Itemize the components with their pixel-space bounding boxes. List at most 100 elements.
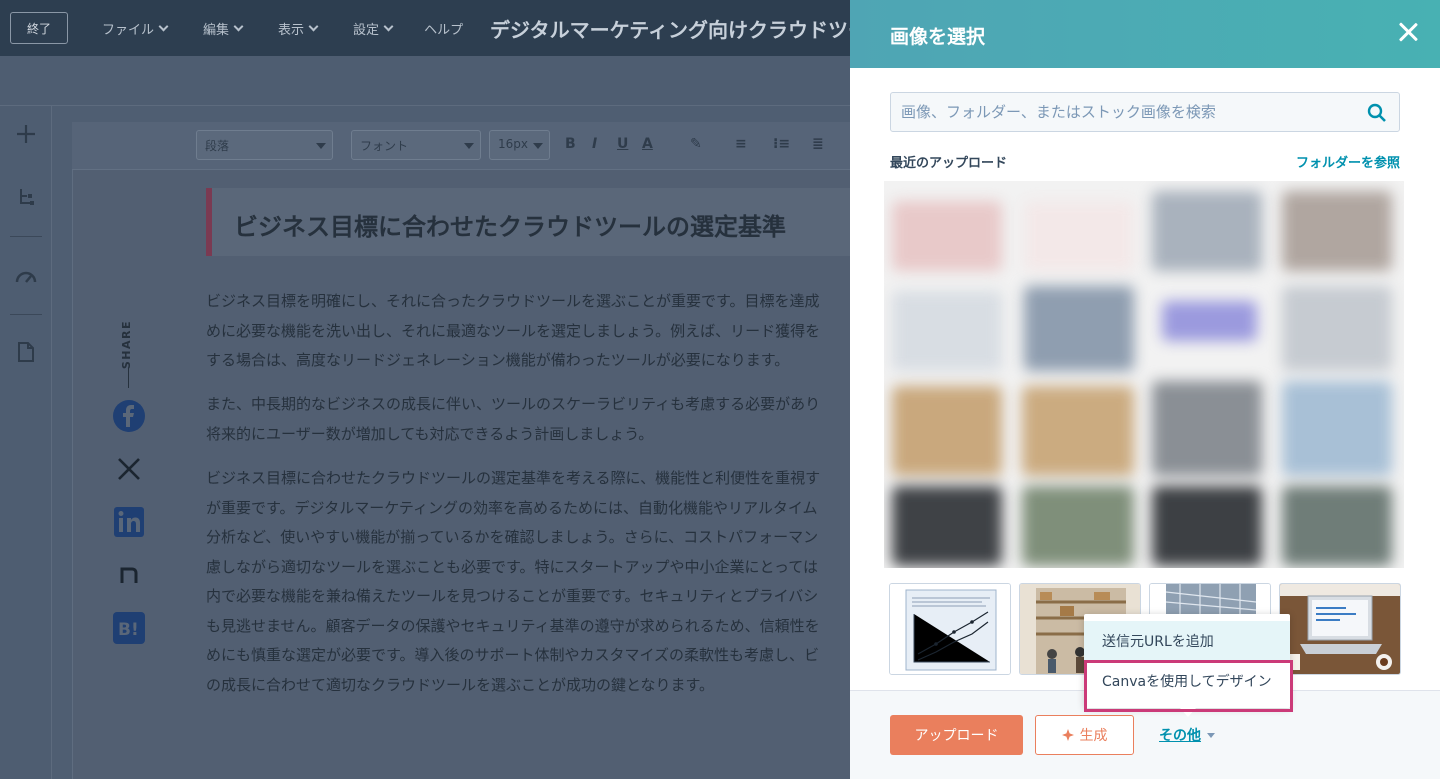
menu-help-label: ヘルプ <box>424 22 464 38</box>
hatena-bookmark-icon[interactable]: B! <box>112 611 146 645</box>
facebook-icon[interactable] <box>112 399 146 433</box>
image-thumbnail[interactable] <box>1152 381 1262 476</box>
paragraph-line: 分析など、使いやすい機能が揃っているかを確認しましょう。さらに、コストパフォーマ… <box>206 528 819 546</box>
font-size-select[interactable]: 16px <box>489 130 550 160</box>
menu-edit-label: 編集 <box>203 22 230 38</box>
image-thumbnail[interactable] <box>1282 286 1392 371</box>
paragraph-line: ビジネス目標を明確にし、それに合ったクラウドツールを選ぶことが重要です。目標を達… <box>206 292 820 310</box>
image-thumbnail[interactable] <box>1282 191 1392 271</box>
recent-uploads-label: 最近のアップロード <box>890 156 1008 171</box>
exit-button[interactable]: 終了 <box>10 12 68 44</box>
upload-button[interactable]: アップロード <box>890 715 1023 755</box>
paragraph-style-value: 段落 <box>205 139 230 153</box>
image-thumbnail[interactable] <box>1152 486 1262 566</box>
generate-label: 生成 <box>1079 728 1108 744</box>
menu-settings[interactable]: 設定 <box>353 19 394 38</box>
generate-button[interactable]: 生成 <box>1035 715 1134 755</box>
image-thumbnail[interactable] <box>1024 286 1134 371</box>
paragraph-1[interactable]: ビジネス目標を明確にし、それに合ったクラウドツールを選ぶことが重要です。目標を達… <box>206 287 850 376</box>
more-options-label: その他 <box>1159 728 1201 744</box>
text-color-icon[interactable]: A <box>642 136 653 152</box>
share-divider <box>128 368 129 388</box>
paragraph-line: も見逃せません。顧客データの保護やセキュリティ基準の遵守が求められるため、信頼性… <box>206 616 820 635</box>
paragraph-line: めにも慎重な選定が必要です。導入後のサポート体制やカスタマイズの柔軟性も考慮し、… <box>206 646 820 664</box>
sparkle-icon <box>1061 729 1074 741</box>
image-thumbnail[interactable] <box>892 486 1002 566</box>
performance-gauge-icon[interactable] <box>14 264 38 288</box>
menu-view[interactable]: 表示 <box>278 19 319 38</box>
highlight-icon[interactable]: ✎ <box>690 136 702 152</box>
chevron-down-icon <box>383 21 394 31</box>
menu-settings-label: 設定 <box>353 22 380 38</box>
structure-icon[interactable] <box>14 186 38 210</box>
caret-down-icon <box>316 143 326 149</box>
linkedin-icon[interactable] <box>112 505 146 539</box>
recent-uploads-grid <box>884 181 1404 568</box>
paragraph-line: 内で必要な機能を兼ね備えたツールを見つけることが重要です。セキュリティとプライバ… <box>206 587 819 605</box>
align-icon[interactable]: ≡ <box>735 136 747 152</box>
caret-down-icon <box>533 143 543 149</box>
bullet-list-icon[interactable]: ⁝≡ <box>773 136 790 152</box>
numbered-list-icon[interactable]: ≣ <box>812 136 824 152</box>
image-thumbnail[interactable] <box>1024 201 1134 271</box>
close-icon[interactable] <box>1396 20 1420 44</box>
left-rail <box>0 106 52 779</box>
font-select[interactable]: フォント <box>351 130 481 160</box>
article-heading[interactable]: ビジネス目標に合わせたクラウドツールの選定基準 <box>234 207 786 242</box>
image-thumbnail[interactable] <box>892 291 1002 371</box>
image-thumbnail[interactable] <box>1152 191 1262 271</box>
document-title[interactable]: デジタルマーケティング向けクラウドツー <box>490 14 850 43</box>
menu-item-add-from-url[interactable]: 送信元URLを追加 <box>1084 621 1290 661</box>
image-search-input[interactable] <box>901 101 1351 123</box>
image-thumbnail[interactable] <box>892 386 1002 476</box>
paragraph-line: が重要です。デジタルマーケティングの効率を高めるためには、自動化機能やリアルタイ… <box>206 498 818 517</box>
caret-down-icon <box>1207 732 1215 738</box>
font-size-value: 16px <box>498 137 528 151</box>
paragraph-line: めに必要な機能を洗い出し、それに最適なツールを選定しましょう。例えば、リード獲得… <box>206 321 821 340</box>
note-icon[interactable] <box>112 558 146 592</box>
paragraph-line: ビジネス目標に合わせたクラウドツールの選定基準を考える際に、機能性と利便性を重視… <box>206 469 821 487</box>
menu-file-label: ファイル <box>102 22 155 38</box>
search-icon[interactable] <box>1367 103 1387 123</box>
image-thumbnail[interactable] <box>1022 486 1134 566</box>
paragraph-2[interactable]: また、中長期的なビジネスの成長に伴い、ツールのスケーラビリティも考慮する必要があ… <box>206 390 850 449</box>
paragraph-line: 慮しながら適切なツールを選ぶことも必要です。特にスタートアップや中小企業にとって… <box>206 557 819 576</box>
panel-header: 画像を選択 <box>850 0 1440 68</box>
paragraph-line: の成長に合わせて適切なクラウドツールを選ぶことが成功の鍵となります。 <box>206 675 715 694</box>
rail-divider <box>10 314 42 315</box>
menu-help[interactable]: ヘルプ <box>424 19 463 38</box>
italic-icon[interactable]: I <box>592 136 597 152</box>
image-thumbnail[interactable] <box>892 201 1002 271</box>
image-thumbnail[interactable] <box>1022 386 1134 476</box>
browse-folders-link[interactable]: フォルダーを参照 <box>1296 152 1400 171</box>
chart-image <box>890 584 1010 674</box>
sub-toolbar <box>0 56 850 106</box>
page-icon[interactable] <box>14 340 38 364</box>
image-thumbnail[interactable] <box>1282 486 1392 566</box>
image-thumbnail-chart[interactable] <box>889 583 1011 675</box>
more-options-button[interactable]: その他 <box>1159 725 1215 745</box>
chevron-down-icon <box>308 21 319 31</box>
paragraph-style-select[interactable]: 段落 <box>196 130 333 160</box>
menu-view-label: 表示 <box>278 22 305 38</box>
image-thumbnail[interactable] <box>1282 381 1392 476</box>
bold-icon[interactable]: B <box>565 136 576 152</box>
paragraph-line: する場合は、高度なリードジェネレーション機能が備わったツールが必要になります。 <box>206 351 790 369</box>
rail-divider <box>10 236 42 237</box>
chevron-down-icon <box>233 21 244 31</box>
paragraph-line: 将来的にユーザー数が増加しても対応できるよう計画しましょう。 <box>206 424 654 443</box>
image-thumbnail-laptop[interactable] <box>1279 583 1401 675</box>
underline-icon[interactable]: U <box>617 136 628 152</box>
x-twitter-icon[interactable] <box>112 452 146 486</box>
add-icon[interactable] <box>14 122 38 146</box>
menu-file[interactable]: ファイル <box>102 19 169 38</box>
chevron-down-icon <box>158 21 169 31</box>
panel-title: 画像を選択 <box>890 26 986 48</box>
laptop-image <box>1280 584 1400 674</box>
paragraph-3[interactable]: ビジネス目標に合わせたクラウドツールの選定基準を考える際に、機能性と利便性を重視… <box>206 464 850 700</box>
image-thumbnail[interactable] <box>1162 301 1257 341</box>
svg-text:B!: B! <box>118 620 139 640</box>
share-label: SHARE <box>120 320 133 370</box>
image-search-box <box>890 92 1400 132</box>
menu-edit[interactable]: 編集 <box>203 19 244 38</box>
